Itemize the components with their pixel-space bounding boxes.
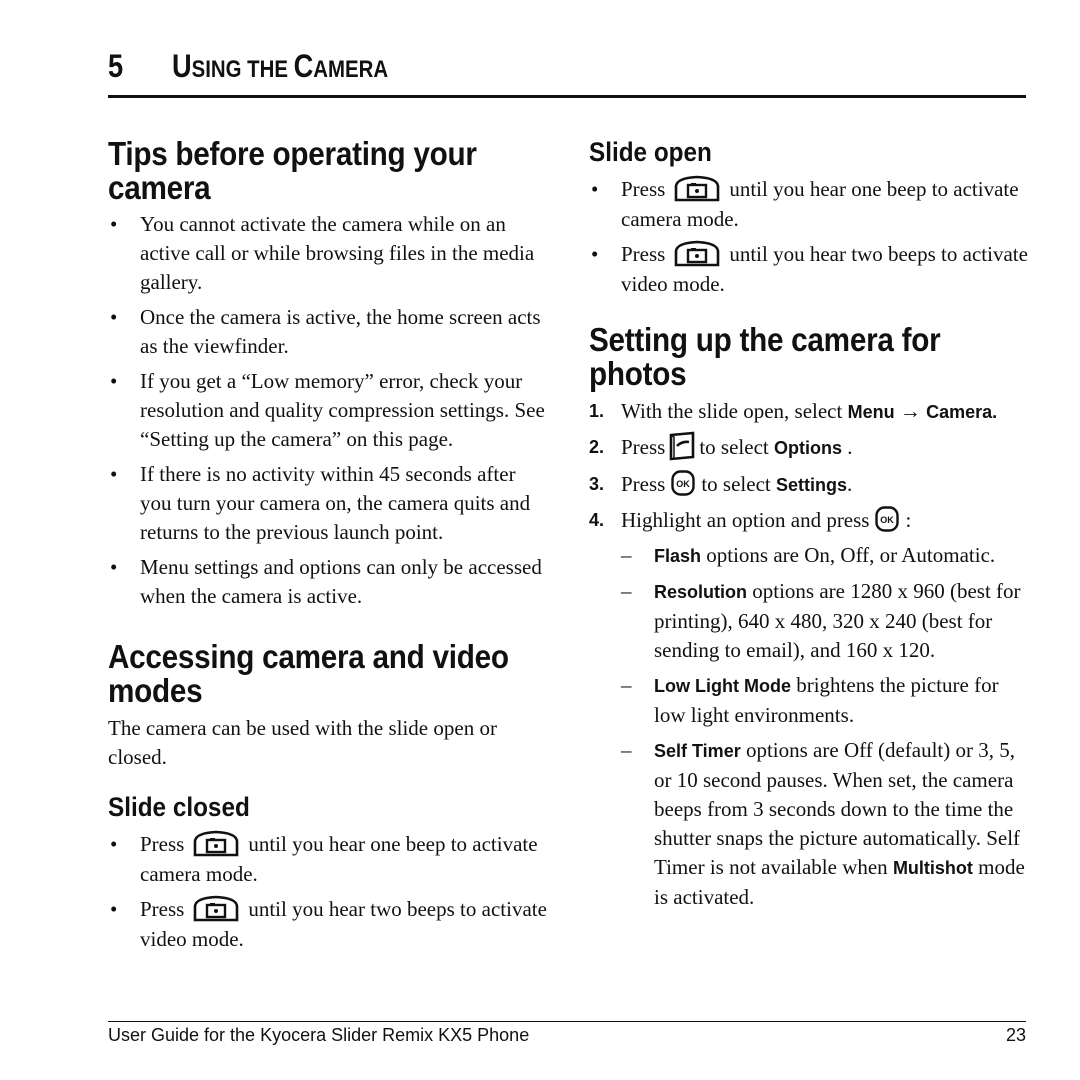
accessing-intro: The camera can be used with the slide op… <box>108 716 497 769</box>
setup-steps: 1. With the slide open, select Menu → Cam… <box>589 397 1029 918</box>
list-item: • Press until you hear two beeps to activa… <box>589 240 1029 299</box>
option-list: – Flash options are On, Off, or Automatic… <box>589 541 1029 912</box>
step-item: 3. Press OK to select Settings. <box>589 470 853 497</box>
ok-key-icon: OK <box>875 506 900 533</box>
setup-heading: Setting up the camera for photos <box>589 321 941 392</box>
camera-key-icon <box>673 174 721 202</box>
step-item: 4. Highlight an option and press OK: – Flas… <box>589 506 1029 912</box>
left-softkey-icon <box>669 431 695 461</box>
camera-key-icon <box>673 239 721 267</box>
svg-text:OK: OK <box>881 515 895 525</box>
step-item: 2. Press to select Options . <box>589 431 1029 464</box>
option-item: – Flash options are On, Off, or Automatic… <box>621 543 996 568</box>
footer-title: User Guide for the Kyocera Slider Remix … <box>108 1025 530 1045</box>
list-item: • Press until you hear one beep to activat… <box>108 830 548 889</box>
option-item: – Resolution options are 1280 x 960 (best… <box>621 579 1021 663</box>
footer-divider <box>108 1021 1026 1022</box>
chapter-divider <box>108 95 1026 98</box>
chapter-title: USING THE CAMERA <box>172 48 389 84</box>
list-item: • Menu settings and options can only be a… <box>110 555 542 608</box>
option-item: – Low Light Mode brightens the picture fo… <box>621 673 999 728</box>
chapter-number: 5 <box>108 48 124 84</box>
page-number: 23 <box>1005 1025 1026 1045</box>
list-item: • Press until you hear one beep to activat… <box>589 175 1029 234</box>
ok-key-icon: OK <box>671 470 696 497</box>
slide-closed-heading: Slide closed <box>108 792 250 822</box>
list-item: • Press until you hear two beeps to activa… <box>108 895 548 954</box>
list-item: • If there is no activity within 45 secon… <box>110 462 531 544</box>
list-item: • If you get a “Low memory” error, check … <box>110 369 545 451</box>
camera-key-icon <box>192 829 240 857</box>
camera-key-icon <box>192 894 240 922</box>
slide-closed-list: • Press until you hear one beep to activat… <box>108 830 548 960</box>
step-item: 1. With the slide open, select Menu → Cam… <box>589 399 998 423</box>
slide-open-list: • Press until you hear one beep to activat… <box>589 175 1029 305</box>
slide-open-heading: Slide open <box>589 137 712 167</box>
tips-heading: Tips before operating your camera <box>108 135 477 206</box>
svg-text:OK: OK <box>677 479 691 489</box>
tips-list: • You cannot activate the camera while on… <box>108 210 548 617</box>
accessing-heading: Accessing camera and video modes <box>108 638 509 709</box>
list-item: • Once the camera is active, the home scr… <box>110 305 541 358</box>
list-item: • You cannot activate the camera while on… <box>110 212 535 294</box>
option-item: – Self Timer options are Off (default) or… <box>621 738 1025 910</box>
